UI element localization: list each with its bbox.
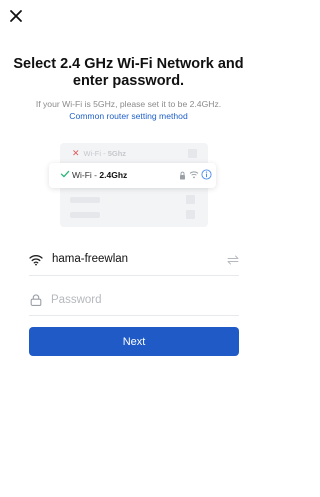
wifi-5g-prefix: Wi-Fi - [83, 148, 108, 158]
placeholder-square [186, 195, 195, 204]
wifi-network-name: hama-freewlan [52, 253, 129, 265]
wifi-24g-label: Wi-Fi - 2.4Ghz [72, 170, 127, 180]
wifi-5g-row: ✕ Wi-Fi - 5Ghz [72, 147, 197, 159]
close-icon[interactable] [9, 9, 23, 23]
wifi-icon [29, 255, 43, 266]
wifi-5g-band: 5Ghz [107, 148, 127, 158]
swap-icon[interactable] [227, 254, 239, 266]
wifi-24g-band: 2.4Ghz [99, 170, 128, 180]
wifi-24g-prefix: Wi-Fi - [72, 170, 100, 180]
title-line-2: enter password. [72, 73, 185, 89]
band-hint-text: If your Wi-Fi is 5GHz, please set it to … [35, 99, 222, 109]
field-divider [29, 275, 239, 276]
password-field[interactable] [29, 288, 239, 316]
wifi-network-field[interactable]: hama-freewlan [29, 248, 239, 276]
lock-icon [30, 294, 42, 306]
router-setting-link[interactable]: Common router setting method [0, 111, 257, 121]
page-title: Select 2.4 GHz Wi-Fi Network and enter p… [0, 56, 257, 90]
lock-small-icon [180, 171, 185, 180]
info-icon [201, 169, 212, 180]
x-mark-icon: ✕ [72, 147, 80, 158]
placeholder-bar [70, 212, 100, 218]
wifi-5g-label: Wi-Fi - 5Ghz [84, 149, 127, 158]
password-input[interactable] [51, 290, 201, 310]
placeholder-square [188, 149, 197, 158]
check-icon [60, 170, 70, 178]
next-button[interactable]: Next [29, 327, 239, 356]
wifi-24g-card: Wi-Fi - 2.4Ghz [49, 163, 216, 188]
field-divider [29, 315, 239, 316]
title-line-1: Select 2.4 GHz Wi-Fi Network and [13, 56, 244, 72]
placeholder-square [186, 210, 195, 219]
placeholder-bar [70, 197, 100, 203]
wifi-small-icon [189, 171, 199, 179]
